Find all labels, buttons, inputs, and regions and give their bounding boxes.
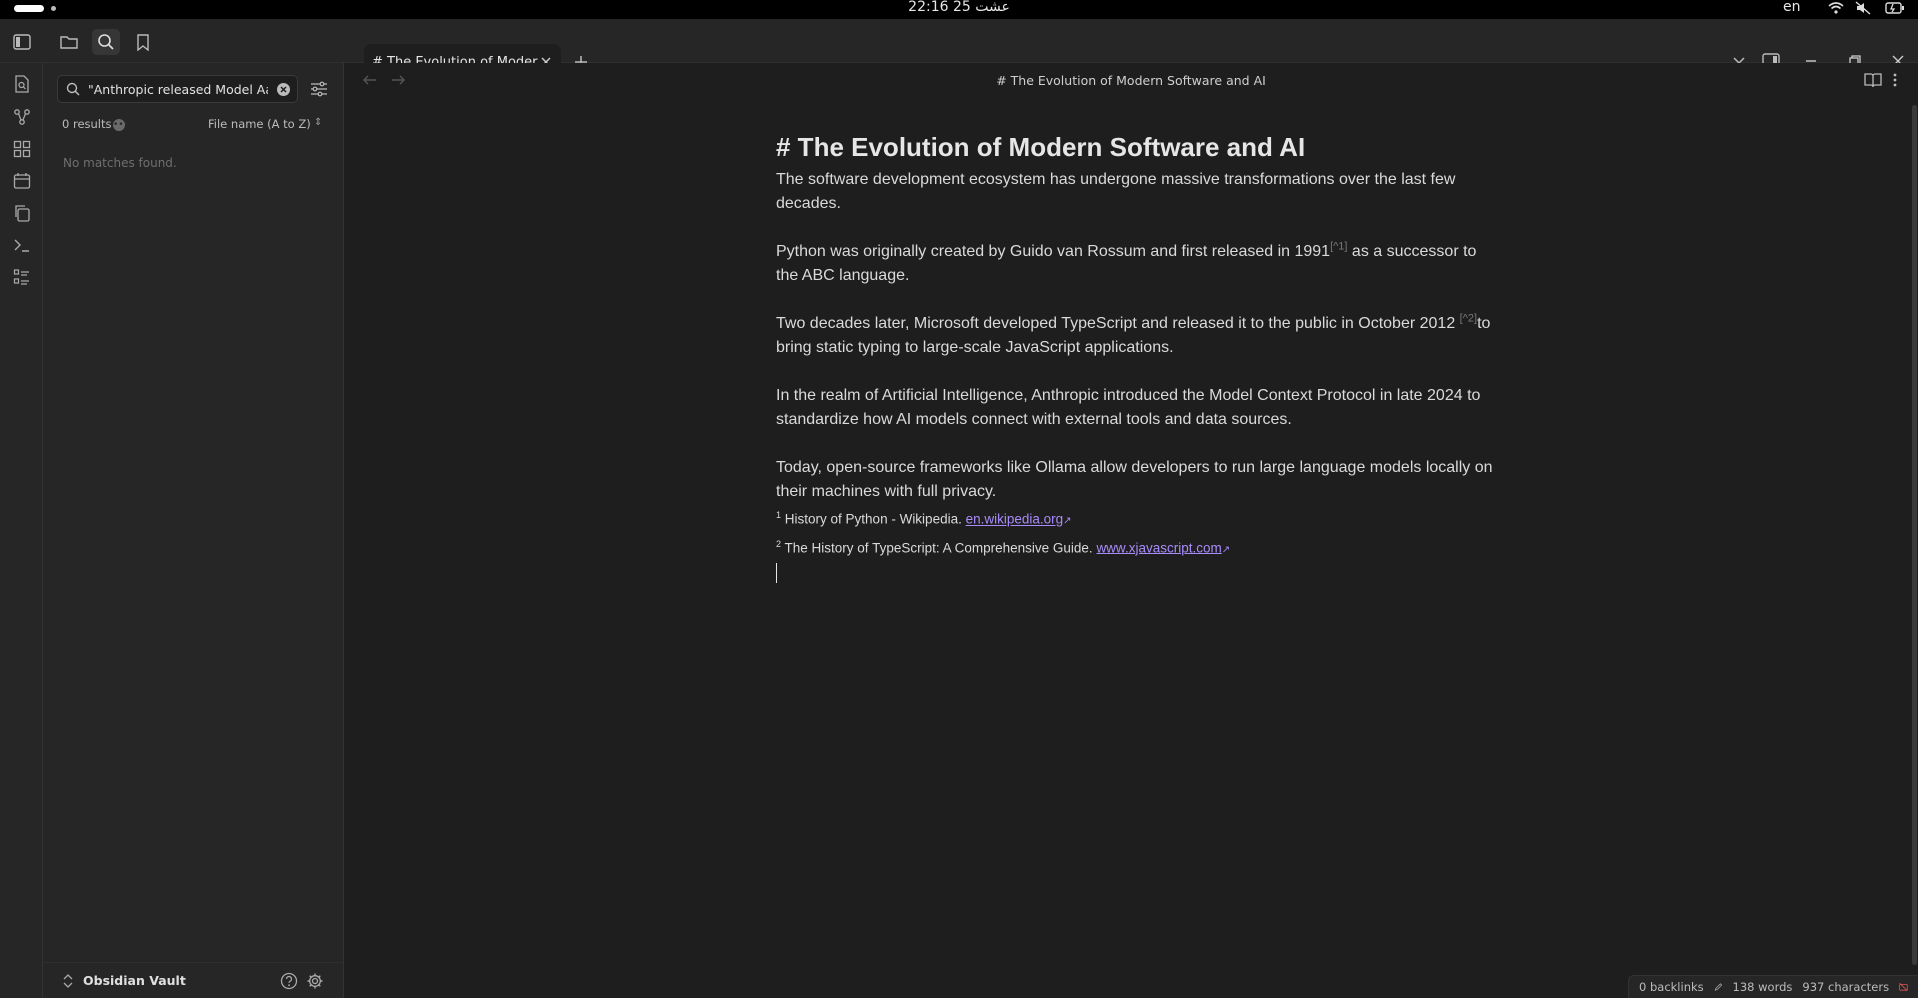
sidebar-toggle-icon [13,34,31,50]
search-tab-button[interactable] [92,29,120,55]
external-link-icon: ↗ [1221,544,1231,555]
gear-icon[interactable] [306,972,324,990]
paragraph-typescript: Two decades later, Microsoft developed T… [776,312,1491,356]
search-icon [66,82,80,96]
copy-icon [15,205,30,222]
calendar-icon [13,173,31,189]
text-cursor [776,563,777,583]
editor-pane: # The Evolution of Modern Software and A… [344,63,1918,998]
chevron-up-down-icon[interactable] [62,974,74,988]
files-button[interactable] [55,29,83,55]
word-count: 138 words [1732,980,1793,994]
search-input[interactable]: "Anthropic released Model Aa [57,75,298,103]
pencil-icon[interactable] [1714,980,1723,994]
search-settings-button[interactable] [307,77,331,101]
paragraph-ollama: Today, open-source frameworks like Ollam… [776,459,1493,500]
terminal-icon [14,239,29,252]
keyboard-language[interactable]: en [1783,0,1801,15]
sort-order-dropdown[interactable]: File name (A to Z) [208,117,311,131]
book-open-icon[interactable] [1864,72,1882,88]
search-icon [98,34,114,50]
footnote-ref-2[interactable]: [^2] [1460,313,1477,325]
bookmark-icon [137,33,149,51]
list-icon [13,269,29,285]
tab-bar: # The Evolution of Moder… [0,19,1918,82]
footnotes: 1 History of Python - Wikipedia. en.wiki… [776,504,1496,583]
paragraph-intro: The software development ecosystem has u… [776,171,1456,212]
footnote-2: 2 The History of TypeScript: A Comprehen… [776,538,1231,556]
ribbon [0,63,43,998]
more-options-icon[interactable] [1892,72,1898,88]
note-content[interactable]: # The Evolution of Modern Software and A… [776,130,1496,583]
daily-note-button[interactable] [11,170,33,192]
backlinks-count[interactable]: 0 backlinks [1639,980,1704,994]
character-count: 937 characters [1802,980,1890,994]
os-top-bar: 22:16 25 عشت en [0,0,1918,19]
sync-disabled-icon[interactable] [1899,980,1908,994]
bookmarks-button[interactable] [129,29,157,55]
footnote-link-2[interactable]: www.xjavascript.com [1096,540,1221,555]
external-link-icon: ↗ [1063,515,1072,527]
view-header-title[interactable]: # The Evolution of Modern Software and A… [344,73,1918,88]
speaker-muted-icon[interactable] [1855,1,1871,15]
layout-grid-icon [13,140,31,158]
footnote-1: 1 History of Python - Wikipedia. en.wiki… [776,510,1072,527]
graph-icon [14,109,30,125]
bases-button[interactable] [11,266,33,288]
vault-name[interactable]: Obsidian Vault [83,973,186,988]
sliders-icon [311,81,327,97]
templates-button[interactable] [11,202,33,224]
more-info-icon[interactable]: ••• [113,119,129,131]
canvas-button[interactable] [11,138,33,160]
note-heading: # The Evolution of Modern Software and A… [776,132,1306,162]
empty-results-message: No matches found. [63,156,177,170]
wifi-icon[interactable] [1828,1,1844,15]
status-bar: 0 backlinks 138 words 937 characters [1628,975,1918,998]
footnote-ref-1[interactable]: [^1] [1330,241,1347,253]
toggle-sidebar-button[interactable] [8,29,36,55]
battery-icon[interactable] [1885,1,1905,15]
search-query[interactable]: "Anthropic released Model Aa [88,82,268,97]
left-sidebar: "Anthropic released Model Aa 0 results •… [43,63,344,998]
command-palette-button[interactable] [11,234,33,256]
chevron-up-down-icon[interactable]: ⇕ [314,117,322,128]
clock[interactable]: 22:16 25 عشت [0,0,1918,15]
clear-search-icon[interactable] [276,82,291,97]
vault-switcher: Obsidian Vault [43,962,344,998]
paragraph-ai: In the realm of Artificial Intelligence,… [776,387,1481,428]
open-quick-switcher-button[interactable] [11,73,33,95]
results-count: 0 results [62,117,112,131]
paragraph-python: Python was originally created by Guido v… [776,240,1477,284]
folder-icon [60,36,78,49]
graph-view-button[interactable] [11,106,33,128]
file-search-icon [15,75,29,93]
footnote-link-1[interactable]: en.wikipedia.org [966,512,1064,527]
scrollbar[interactable] [1912,105,1917,965]
help-icon[interactable] [280,972,298,990]
